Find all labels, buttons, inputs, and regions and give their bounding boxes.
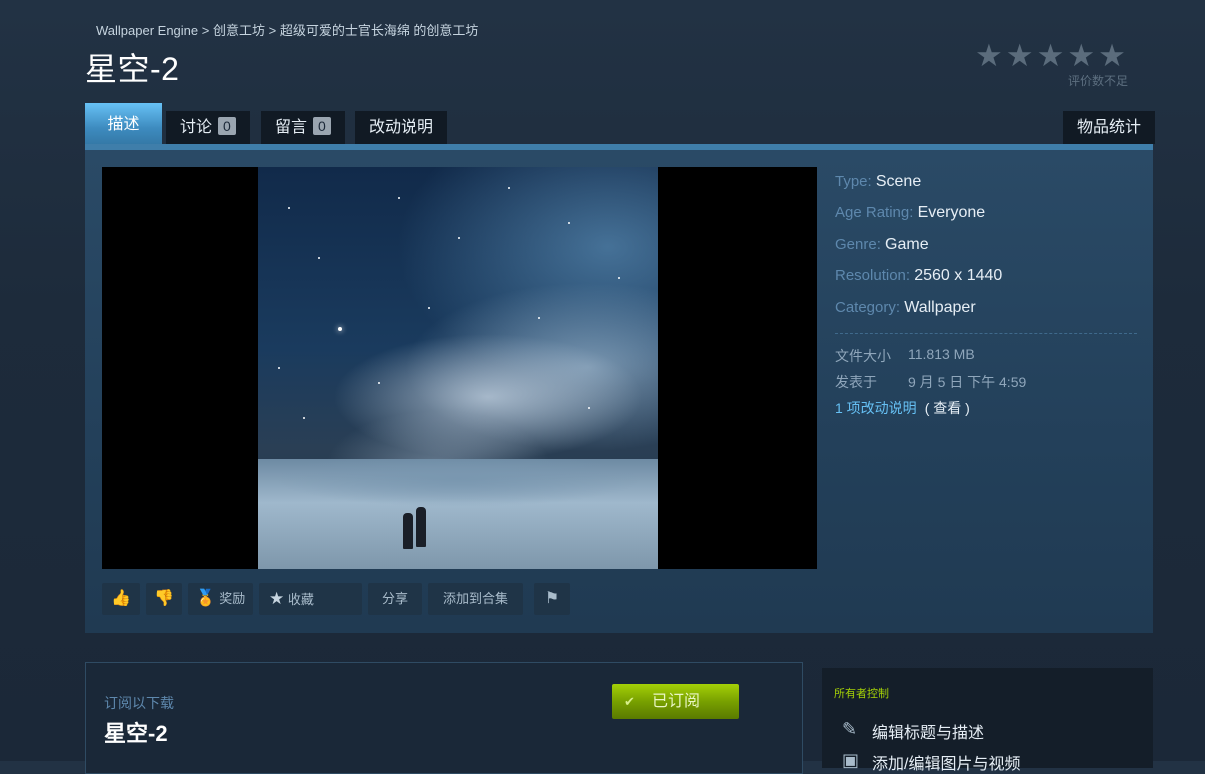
changes-view-link[interactable]: ( 查看 ) [925,400,970,416]
star-dot [318,257,320,259]
star-dot [588,407,590,409]
preview-image[interactable] [258,167,658,569]
meta-type: Type: Scene [835,173,921,191]
detail-size-value: 11.813 MB [908,346,975,362]
star-dot [398,197,400,199]
meta-cat-label: Category: [835,299,901,316]
star-dot [303,417,305,419]
star-dot [618,277,620,279]
star-dot [458,237,460,239]
breadcrumb-sep: > [264,23,280,38]
thumbs-down-button[interactable]: 👎 [146,583,182,615]
subscribed-button[interactable]: ✔ 已订阅 [612,684,739,719]
detail-posted-label: 发表于 [835,374,877,390]
award-button[interactable]: 🏅 奖励 [188,583,253,615]
star-dot [508,187,510,189]
thumbs-up-button[interactable]: 👍 [102,583,140,615]
meta-resolution: Resolution: 2560 x 1440 [835,267,1002,285]
meta-age-rating: Age Rating: Everyone [835,204,985,222]
tab-stats-label: 物品统计 [1077,119,1142,136]
changes-link[interactable]: 1 项改动说明 [835,400,917,416]
subscribed-label: 已订阅 [652,693,701,710]
detail-size-label: 文件大小 [835,348,891,364]
favorite-label: 收藏 [287,592,314,607]
breadcrumb-workshop[interactable]: 创意工坊 [213,23,265,38]
meta-age-value: Everyone [917,204,986,221]
snow-ground [258,459,658,569]
person-figure [403,513,413,549]
tab-discussion[interactable]: 讨论 0 [166,111,250,144]
share-button[interactable]: 分享 [368,583,422,615]
subscribe-title: 星空-2 [104,721,168,746]
meta-type-label: Type: [835,173,872,190]
comments-count-badge: 0 [313,117,331,135]
meta-type-value: Scene [875,173,922,190]
owner-controls-title: 所有者控制 [834,688,889,700]
meta-divider [835,333,1137,334]
meta-genre-label: Genre: [835,236,881,253]
star-dot [278,367,280,369]
star-dot [378,382,380,384]
tab-changelog-label: 改动说明 [369,119,434,136]
discussion-count-badge: 0 [218,117,236,135]
detail-posted-value: 9 月 5 日 下午 4:59 [908,374,1027,390]
tab-changelog[interactable]: 改动说明 [355,111,448,144]
share-label: 分享 [381,591,408,606]
breadcrumb: Wallpaper Engine > 创意工坊 > 超级可爱的士官长海绵 的创意… [96,20,478,39]
meta-age-label: Age Rating: [835,204,914,221]
tab-description[interactable]: 描述 [85,103,162,145]
meta-genre-value: Game [885,236,929,253]
detail-file-size: 文件大小 11.813 MB [835,346,975,366]
collection-label: 添加到合集 [442,591,508,606]
star-dot [288,207,290,209]
detail-changes: 1 项改动说明 ( 查看 ) [835,398,970,418]
rating-stars-icon: ★★★★★ [975,38,1129,73]
flag-button[interactable]: ⚑ [534,583,570,615]
breadcrumb-app[interactable]: Wallpaper Engine [96,23,198,38]
edit-title-link[interactable]: 编辑标题与描述 [872,719,984,743]
breadcrumb-owner-workshop[interactable]: 超级可爱的士官长海绵 的创意工坊 [280,23,479,38]
check-icon: ✔ [624,694,635,709]
person-figure [416,507,426,547]
tab-comments[interactable]: 留言 0 [261,111,345,144]
add-to-collection-button[interactable]: 添加到合集 [428,583,523,615]
subscribe-label: 订阅以下载 [104,695,174,711]
tab-comments-label: 留言 [275,119,308,136]
detail-posted: 发表于 9 月 5 日 下午 4:59 [835,372,1026,392]
edit-images-link[interactable]: 添加/编辑图片与视频 [872,750,1020,774]
flag-icon: ⚑ [544,590,560,607]
meta-genre: Genre: Game [835,236,929,254]
thumbs-up-icon: 👍 [111,590,131,607]
meta-res-value: 2560 x 1440 [914,267,1003,284]
star-dot [428,307,430,309]
tab-description-label: 描述 [107,116,140,133]
tab-discussion-label: 讨论 [180,119,213,136]
page-title: 星空-2 [85,51,180,87]
favorite-button[interactable]: ★ 收藏 [259,583,362,615]
meta-cat-value[interactable]: Wallpaper [904,299,975,316]
rating-note: 评价数不足 [1068,74,1129,88]
edit-icon: ✎ [842,719,858,739]
award-label: 奖励 [219,591,246,606]
meta-category: Category: Wallpaper [835,299,976,317]
star-dot [338,327,342,331]
star-dot [538,317,540,319]
star-icon: ★ [269,589,285,608]
thumbs-down-icon: 👎 [154,590,174,607]
award-icon: 🏅 [195,590,216,607]
meta-res-label: Resolution: [835,267,911,284]
breadcrumb-sep: > [198,23,213,38]
tab-stats[interactable]: 物品统计 [1063,111,1156,144]
star-dot [568,222,570,224]
